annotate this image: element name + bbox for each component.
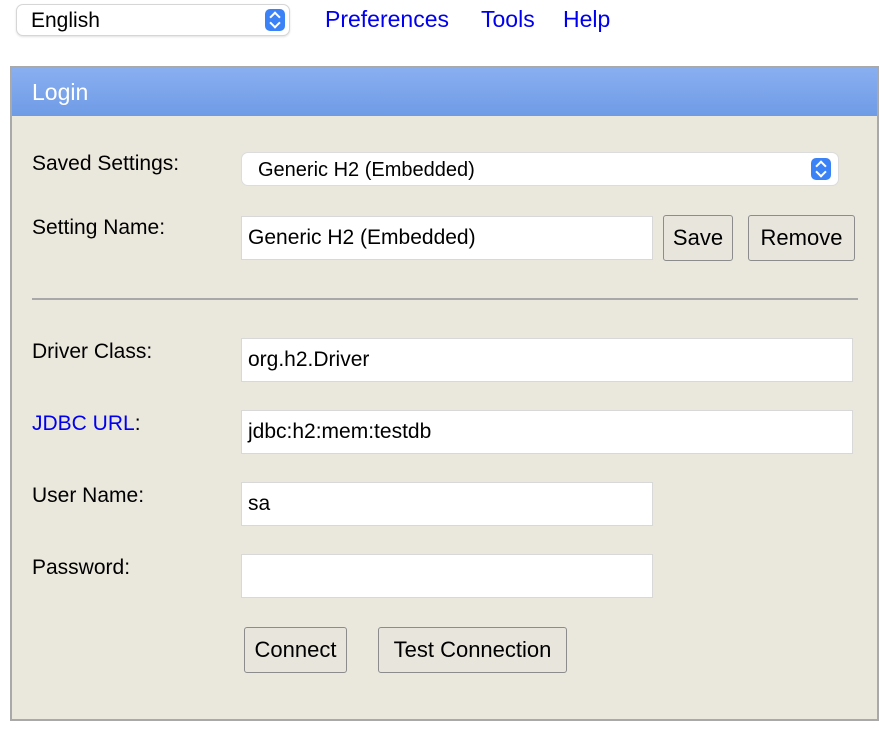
tools-link[interactable]: Tools [481,6,535,33]
help-link[interactable]: Help [563,6,610,33]
updown-chevron-icon [811,158,831,180]
connect-button[interactable]: Connect [244,627,347,673]
driver-class-label: Driver Class: [32,340,153,363]
setting-name-label: Setting Name: [32,216,166,239]
panel-header: Login [12,68,877,116]
password-input[interactable] [241,554,653,598]
remove-button[interactable]: Remove [748,215,855,261]
language-select-value: English [31,9,100,32]
login-panel: Login Saved Settings: Generic H2 (Embedd… [10,66,879,721]
setting-name-input[interactable]: Generic H2 (Embedded) [241,216,653,260]
jdbc-url-help-link[interactable]: JDBC URL [32,412,135,435]
save-button[interactable]: Save [663,215,733,261]
user-name-label: User Name: [32,484,145,507]
password-label: Password: [32,556,131,579]
jdbc-url-label: JDBC URL: [32,412,141,436]
panel-title: Login [32,79,89,105]
language-select[interactable]: English [16,4,290,36]
test-connection-button[interactable]: Test Connection [378,627,567,673]
driver-class-input[interactable]: org.h2.Driver [241,338,853,382]
divider [32,298,858,300]
saved-settings-label: Saved Settings: [32,152,180,175]
saved-settings-select[interactable]: Generic H2 (Embedded) [241,152,839,186]
updown-chevron-icon [265,9,285,31]
user-name-input[interactable]: sa [241,482,653,526]
jdbc-url-input[interactable]: jdbc:h2:mem:testdb [241,410,853,454]
jdbc-url-label-colon: : [134,412,141,435]
preferences-link[interactable]: Preferences [325,6,449,33]
saved-settings-value: Generic H2 (Embedded) [258,159,475,181]
